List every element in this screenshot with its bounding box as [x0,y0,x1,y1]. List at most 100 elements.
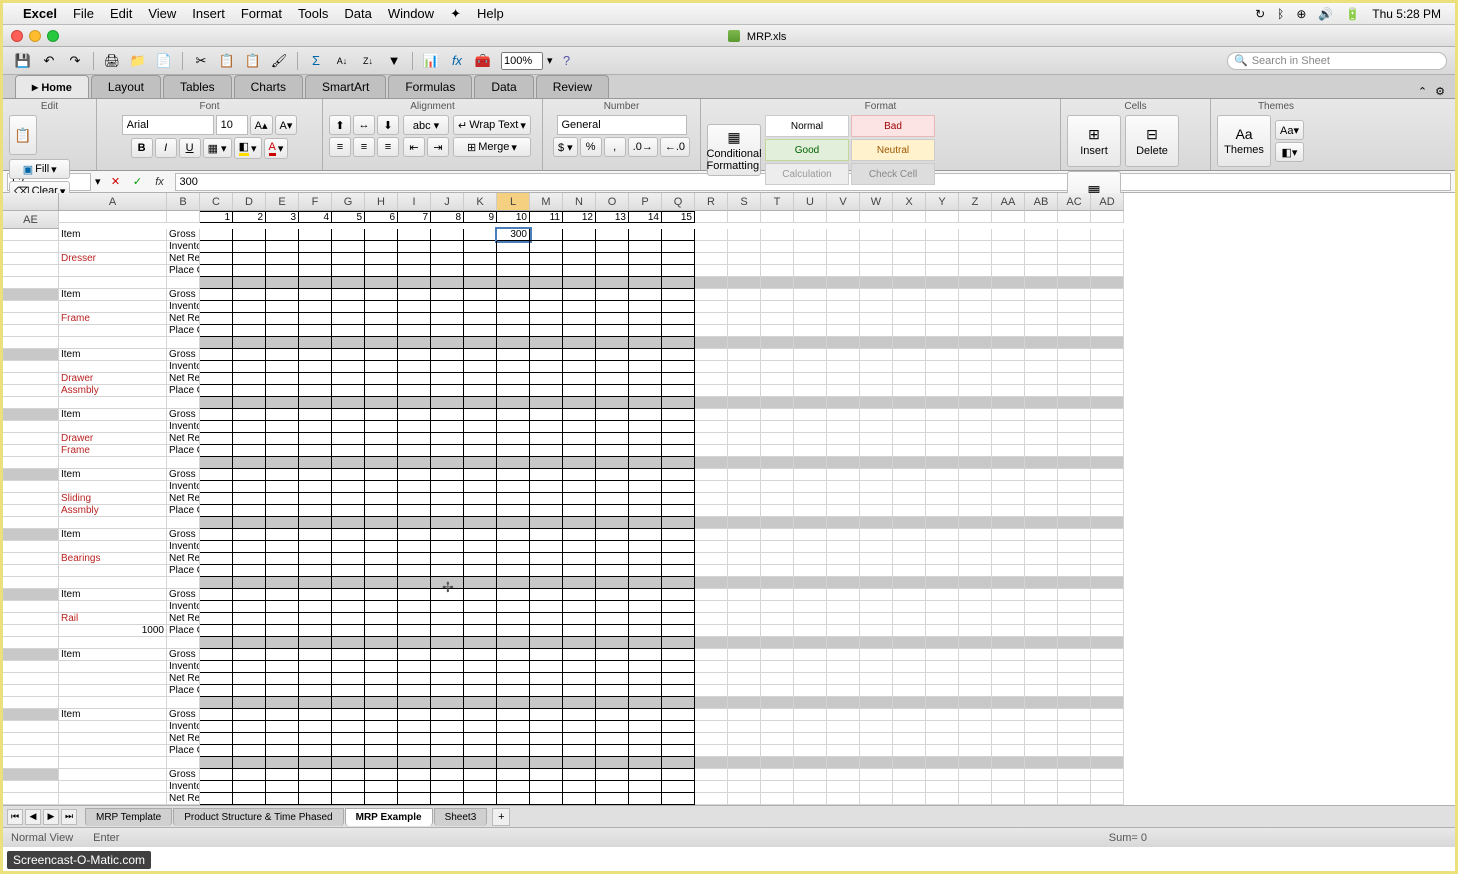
cell[interactable] [959,781,992,793]
cell[interactable] [629,469,662,481]
cell[interactable] [761,649,794,661]
cell[interactable] [629,409,662,421]
cell[interactable] [497,625,530,637]
cell[interactable] [464,385,497,397]
cell[interactable] [860,757,893,769]
cell[interactable]: Gross Requirements [167,409,200,421]
cell[interactable] [794,625,827,637]
cell[interactable] [332,325,365,337]
cell[interactable] [266,565,299,577]
cell[interactable] [233,613,266,625]
cell[interactable] [332,769,365,781]
cell[interactable] [860,709,893,721]
cell[interactable] [365,649,398,661]
cell[interactable] [695,697,728,709]
cell[interactable] [200,589,233,601]
theme-fonts-button[interactable]: Aa▾ [1275,120,1304,140]
cell[interactable] [59,277,167,289]
cell[interactable] [200,637,233,649]
cell[interactable] [860,553,893,565]
cell[interactable] [233,229,266,241]
cell[interactable] [200,541,233,553]
cell[interactable] [398,673,431,685]
cell[interactable]: 10 [497,211,530,223]
cell[interactable] [530,673,563,685]
cell[interactable] [431,613,464,625]
cell[interactable] [893,517,926,529]
cell[interactable] [1058,577,1091,589]
cell[interactable] [629,337,662,349]
cell[interactable] [431,637,464,649]
cell[interactable] [332,613,365,625]
cell[interactable]: 13 [596,211,629,223]
cell[interactable] [299,613,332,625]
cell[interactable] [827,769,860,781]
cell[interactable] [3,757,59,769]
cell[interactable] [464,613,497,625]
cell[interactable] [200,781,233,793]
tab-review[interactable]: Review [536,75,609,98]
cell[interactable] [959,469,992,481]
cell[interactable] [1058,529,1091,541]
cell[interactable] [992,673,1025,685]
sheet-last[interactable]: ⏭ [61,809,77,825]
cell[interactable]: Item [59,409,167,421]
cell[interactable] [563,709,596,721]
cell[interactable] [398,409,431,421]
cell[interactable] [3,637,59,649]
cell[interactable] [464,709,497,721]
cell[interactable] [1091,709,1124,721]
cell[interactable] [629,241,662,253]
cell[interactable] [761,517,794,529]
cell[interactable] [266,313,299,325]
cancel-entry-button[interactable]: ✕ [107,173,125,191]
cell[interactable] [266,709,299,721]
cell[interactable] [563,673,596,685]
cell[interactable] [728,241,761,253]
cell[interactable] [860,697,893,709]
cell[interactable] [959,733,992,745]
cell[interactable] [695,673,728,685]
cell[interactable] [959,211,992,223]
cell[interactable] [860,277,893,289]
cell[interactable] [497,493,530,505]
font-name-select[interactable] [122,115,214,135]
cell[interactable] [992,601,1025,613]
cell[interactable] [629,625,662,637]
cell[interactable] [464,373,497,385]
cell[interactable] [893,421,926,433]
cell[interactable] [926,529,959,541]
cell[interactable] [860,421,893,433]
cell[interactable] [464,649,497,661]
cell[interactable]: 11 [530,211,563,223]
cell[interactable]: Inventory on Hand [167,241,200,253]
cell[interactable] [266,769,299,781]
cell[interactable] [1091,433,1124,445]
cell[interactable] [3,229,59,241]
cell[interactable] [629,229,662,241]
cell[interactable] [794,637,827,649]
cell[interactable] [431,577,464,589]
cell[interactable] [695,457,728,469]
fill-color-button[interactable]: ◧ ▾ [234,137,262,159]
cell[interactable] [629,649,662,661]
help-button[interactable]: ? [555,50,579,72]
style-calculation[interactable]: Calculation [765,163,849,185]
cell[interactable] [398,241,431,253]
cell[interactable] [497,301,530,313]
cell[interactable] [431,649,464,661]
cell[interactable] [497,313,530,325]
cell[interactable] [497,349,530,361]
cell[interactable] [926,649,959,661]
cell[interactable] [662,493,695,505]
cell[interactable] [59,361,167,373]
cell[interactable] [266,337,299,349]
cell[interactable] [695,589,728,601]
cell[interactable]: 14 [629,211,662,223]
cell[interactable] [332,601,365,613]
cell[interactable] [59,457,167,469]
cell[interactable] [3,277,59,289]
menu-window[interactable]: Window [388,6,434,21]
col-header[interactable]: M [530,193,563,211]
cell[interactable] [563,601,596,613]
